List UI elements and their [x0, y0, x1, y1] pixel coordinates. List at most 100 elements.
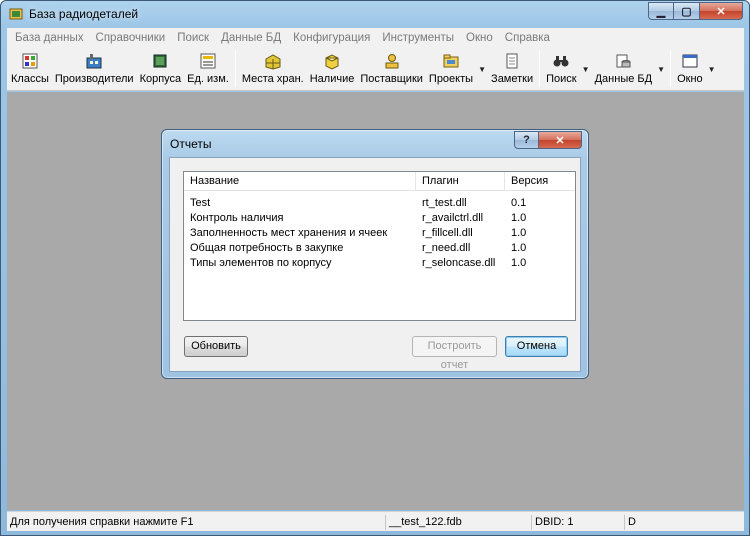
report-name: Типы элементов по корпусу — [190, 257, 332, 269]
window-icon — [682, 54, 698, 68]
notes-button[interactable]: Заметки — [488, 51, 536, 89]
status-flag: D — [624, 515, 730, 530]
chevron-down-icon: ▼ — [581, 64, 590, 74]
stock-button[interactable]: Наличие — [307, 51, 358, 89]
menu-database[interactable]: База данных — [9, 32, 90, 44]
status-bar: Для получения справки нажмите F1 __test_… — [7, 511, 744, 531]
report-plugin: r_availctrl.dll — [422, 212, 484, 224]
classes-button[interactable]: Классы — [8, 51, 52, 89]
notes-icon — [506, 53, 518, 69]
units-icon — [200, 53, 216, 69]
db-data-button[interactable]: Данные БД — [592, 51, 655, 89]
report-plugin: r_seloncase.dll — [422, 257, 496, 269]
database-icon — [616, 54, 631, 68]
packages-button[interactable]: Корпуса — [137, 51, 185, 89]
units-button[interactable]: Ед. изм. — [184, 51, 232, 89]
notes-label: Заметки — [491, 73, 534, 85]
list-item[interactable]: Заполненность мест хранения и ячеек r_fi… — [184, 226, 575, 241]
column-header-plugin[interactable]: Плагин — [416, 172, 505, 191]
search-label: Поиск — [546, 73, 577, 85]
minimize-button[interactable]: ▁ — [648, 2, 674, 20]
window-title: База радиодеталей — [29, 7, 139, 21]
window-button[interactable]: Окно — [674, 51, 706, 89]
report-name: Test — [190, 197, 211, 209]
report-version: 0.1 — [511, 197, 527, 209]
packages-label: Корпуса — [139, 73, 182, 85]
list-item[interactable]: Общая потребность в закупке r_need.dll 1… — [184, 241, 575, 256]
suppliers-icon — [385, 54, 399, 69]
menu-db-data[interactable]: Данные БД — [215, 32, 287, 44]
status-help-text: Для получения справки нажмите F1 — [10, 516, 194, 528]
window-dropdown[interactable]: ▼ — [706, 51, 718, 87]
manufacturers-button[interactable]: Производители — [52, 51, 137, 89]
db-data-dropdown[interactable]: ▼ — [655, 51, 667, 87]
projects-button[interactable]: Проекты — [426, 51, 476, 89]
report-plugin: rt_test.dll — [422, 197, 467, 209]
title-bar[interactable]: База радиодеталей ▁ ▢ ✕ — [1, 1, 749, 27]
maximize-button[interactable]: ▢ — [674, 2, 700, 20]
toolbar-separator — [234, 51, 236, 87]
report-plugin: r_need.dll — [422, 242, 471, 254]
close-icon: ✕ — [716, 5, 726, 18]
binoculars-icon — [553, 56, 569, 67]
toolbar: Классы Производители Корпуса Ед. изм. Ме… — [7, 47, 744, 91]
factory-icon — [86, 54, 102, 69]
list-item[interactable]: Test rt_test.dll 0.1 — [184, 196, 575, 211]
menu-bar: База данных Справочники Поиск Данные БД … — [7, 28, 744, 47]
projects-folder-icon — [443, 54, 459, 68]
storage-button[interactable]: Места хран. — [239, 51, 307, 89]
close-button[interactable]: ✕ — [700, 2, 743, 20]
report-version: 1.0 — [511, 212, 527, 224]
classes-label: Классы — [11, 73, 49, 85]
menu-references[interactable]: Справочники — [90, 32, 172, 44]
toolbar-separator — [539, 51, 541, 87]
menu-tools[interactable]: Инструменты — [376, 32, 460, 44]
list-header: Название Плагин Версия — [184, 172, 575, 191]
search-button[interactable]: Поиск — [543, 51, 579, 89]
status-db-file: __test_122.fdb — [385, 515, 531, 530]
search-dropdown[interactable]: ▼ — [580, 51, 592, 87]
list-item[interactable]: Контроль наличия r_availctrl.dll 1.0 — [184, 211, 575, 226]
list-item[interactable]: Типы элементов по корпусу r_seloncase.dl… — [184, 256, 575, 271]
report-name: Контроль наличия — [190, 212, 284, 224]
maximize-icon: ▢ — [681, 5, 692, 18]
projects-dropdown[interactable]: ▼ — [476, 51, 488, 87]
menu-window[interactable]: Окно — [460, 32, 499, 44]
stock-box-icon — [325, 54, 339, 70]
status-dbid: DBID: 1 — [531, 515, 624, 530]
suppliers-button[interactable]: Поставщики — [357, 51, 426, 89]
dialog-body: Название Плагин Версия Test rt_test.dll … — [169, 157, 581, 372]
chevron-down-icon: ▼ — [657, 64, 666, 74]
report-name: Общая потребность в закупке — [190, 242, 344, 254]
menu-configuration[interactable]: Конфигурация — [287, 32, 376, 44]
refresh-button[interactable]: Обновить — [184, 336, 248, 357]
units-label: Ед. изм. — [187, 73, 229, 85]
column-header-version[interactable]: Версия — [505, 172, 575, 191]
close-icon: ✕ — [555, 134, 565, 147]
window-label: Окно — [677, 73, 703, 85]
report-version: 1.0 — [511, 257, 527, 269]
manufacturers-label: Производители — [54, 73, 134, 85]
chevron-down-icon: ▼ — [478, 64, 486, 74]
dialog-close-button[interactable]: ✕ — [539, 131, 582, 149]
minimize-icon: ▁ — [656, 5, 666, 18]
storage-label: Места хран. — [241, 73, 304, 85]
package-icon — [153, 54, 167, 68]
dialog-help-button[interactable]: ? — [514, 131, 539, 149]
build-report-button[interactable]: Построить отчет — [412, 336, 497, 371]
reports-list[interactable]: Название Плагин Версия Test rt_test.dll … — [183, 171, 576, 321]
projects-label: Проекты — [428, 73, 474, 85]
toolbar-separator — [670, 51, 672, 87]
db-data-label: Данные БД — [594, 73, 653, 85]
menu-search[interactable]: Поиск — [171, 32, 215, 44]
report-plugin: r_fillcell.dll — [422, 227, 473, 239]
app-icon — [9, 8, 23, 20]
report-version: 1.0 — [511, 227, 527, 239]
column-header-name[interactable]: Название — [184, 172, 416, 191]
menu-help[interactable]: Справка — [499, 32, 556, 44]
cancel-button[interactable]: Отмена — [505, 336, 568, 357]
reports-dialog: Отчеты ? ✕ Название Плагин Версия Test r… — [161, 129, 589, 379]
help-icon: ? — [523, 134, 530, 146]
suppliers-label: Поставщики — [360, 73, 423, 85]
classes-icon — [22, 53, 38, 69]
